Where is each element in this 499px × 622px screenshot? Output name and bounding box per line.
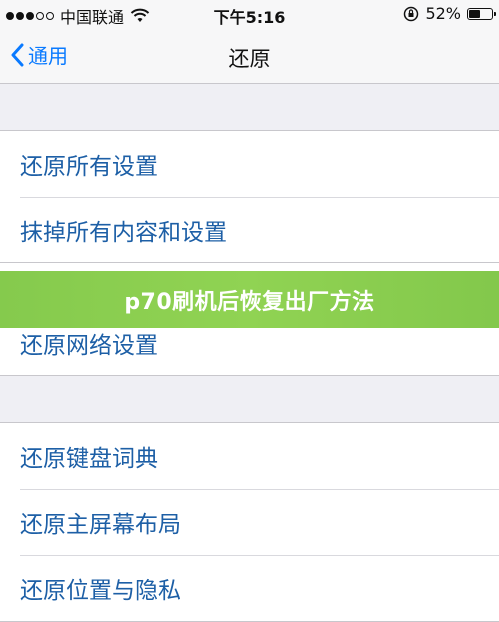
status-right: 52%: [403, 4, 496, 23]
navigation-bar: 通用 还原: [0, 32, 499, 84]
status-bar: 中国联通 下午5:16 52%: [0, 0, 499, 32]
orientation-lock-icon: [404, 6, 419, 21]
battery-percent: 52%: [425, 4, 461, 23]
reset-group-3: 还原键盘词典 还原主屏幕布局 还原位置与隐私: [0, 422, 499, 622]
reset-keyboard-dictionary-item[interactable]: 还原键盘词典: [0, 423, 499, 489]
erase-all-content-item[interactable]: 抹掉所有内容和设置: [0, 197, 499, 263]
reset-home-screen-layout-item[interactable]: 还原主屏幕布局: [0, 489, 499, 555]
article-title-banner: p70刷机后恢复出厂方法: [0, 271, 499, 328]
banner-title: p70刷机后恢复出厂方法: [124, 289, 375, 315]
list-item-label: 抹掉所有内容和设置: [20, 220, 227, 246]
reset-group-1: 还原所有设置 抹掉所有内容和设置: [0, 130, 499, 264]
battery-icon: [467, 7, 496, 20]
list-item-label: 还原键盘词典: [20, 446, 158, 472]
list-item-label: 还原所有设置: [20, 154, 158, 180]
page-title: 还原: [228, 47, 271, 71]
list-item-label: 还原主屏幕布局: [20, 512, 181, 538]
battery-level-fill: [469, 9, 481, 18]
reset-location-privacy-item[interactable]: 还原位置与隐私: [0, 555, 499, 621]
reset-all-settings-item[interactable]: 还原所有设置: [0, 131, 499, 197]
list-item-label: 还原网络设置: [20, 333, 158, 359]
list-item-label: 还原位置与隐私: [20, 578, 181, 604]
